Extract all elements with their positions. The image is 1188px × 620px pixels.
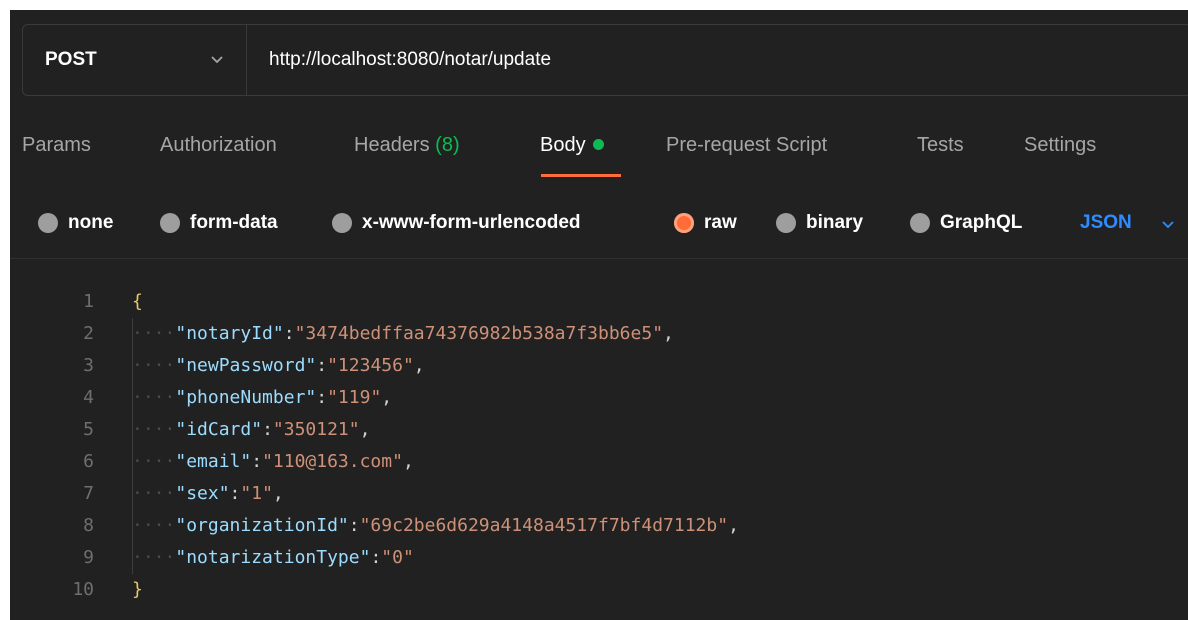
radio-graphql-label: GraphQL: [940, 212, 1023, 233]
code-text: ····"idCard":"350121",: [132, 419, 371, 440]
code-editor[interactable]: 1 { 2 ····"notaryId":"3474bedffaa7437698…: [10, 272, 1188, 620]
radio-icon: [38, 213, 58, 233]
json-key: "organizationId": [175, 515, 349, 536]
code-line: 5 ····"idCard":"350121",: [10, 414, 1188, 446]
line-number: 8: [83, 515, 94, 536]
line-number: 1: [83, 291, 94, 312]
json-key: "sex": [175, 483, 230, 504]
line-number: 3: [83, 355, 94, 376]
radio-x-www-form-urlencoded-label: x-www-form-urlencoded: [362, 212, 581, 233]
url-input[interactable]: http://localhost:8080/notar/update: [269, 49, 551, 71]
radio-checked-icon: [674, 213, 694, 233]
postman-request-panel: POST http://localhost:8080/notar/update …: [10, 10, 1188, 620]
body-type-options: none form-data x-www-form-urlencoded raw…: [10, 190, 1188, 250]
json-key: "email": [175, 451, 252, 472]
code-text: ····"phoneNumber":"119",: [132, 387, 393, 408]
json-key: "idCard": [175, 419, 263, 440]
method-label: POST: [45, 49, 97, 70]
json-value: "110@163.com": [262, 451, 403, 472]
tab-body[interactable]: Body: [540, 134, 604, 157]
json-value: "350121": [272, 419, 360, 440]
code-line: 1 {: [10, 286, 1188, 318]
tab-params[interactable]: Params: [22, 134, 91, 157]
active-tab-indicator: [541, 174, 621, 177]
json-value: "0": [381, 547, 414, 568]
chevron-down-icon[interactable]: [1158, 214, 1178, 234]
code-text: ····"email":"110@163.com",: [132, 451, 414, 472]
line-number: 10: [72, 579, 94, 600]
radio-icon: [776, 213, 796, 233]
format-select[interactable]: JSON: [1080, 212, 1132, 234]
tab-tests[interactable]: Tests: [917, 134, 964, 157]
line-number: 5: [83, 419, 94, 440]
radio-binary-label: binary: [806, 212, 864, 233]
open-brace: {: [132, 291, 143, 312]
radio-none-label: none: [68, 212, 114, 233]
json-key: "phoneNumber": [175, 387, 317, 408]
code-text: ····"organizationId":"69c2be6d629a4148a4…: [132, 515, 739, 536]
tab-body-label: Body: [540, 134, 586, 156]
tab-settings[interactable]: Settings: [1024, 134, 1096, 157]
request-tabs: Params Authorization Headers (8) Body Pr…: [10, 110, 1188, 190]
code-text: ····"sex":"1",: [132, 483, 284, 504]
close-brace: }: [132, 579, 143, 600]
request-bar: POST http://localhost:8080/notar/update: [22, 24, 1188, 96]
line-number: 7: [83, 483, 94, 504]
code-line: 9 ····"notarizationType":"0": [10, 542, 1188, 574]
json-key: "newPassword": [175, 355, 317, 376]
tab-headers-label: Headers: [354, 134, 430, 156]
code-line: 7 ····"sex":"1",: [10, 478, 1188, 510]
json-key: "notarizationType": [175, 547, 371, 568]
radio-form-data-label: form-data: [190, 212, 278, 233]
code-line: 2 ····"notaryId":"3474bedffaa74376982b53…: [10, 318, 1188, 350]
line-number: 6: [83, 451, 94, 472]
tab-authorization[interactable]: Authorization: [160, 134, 277, 157]
line-number: 9: [83, 547, 94, 568]
code-line: 10 }: [10, 574, 1188, 606]
json-value: "123456": [327, 355, 414, 376]
radio-raw-label: raw: [704, 212, 737, 233]
json-value: "3474bedffaa74376982b538a7f3bb6e5": [294, 323, 664, 344]
json-value: "69c2be6d629a4148a4517f7bf4d7112b": [359, 515, 729, 536]
radio-icon: [332, 213, 352, 233]
json-value: "119": [327, 387, 382, 408]
headers-count: (8): [435, 134, 460, 156]
radio-icon: [160, 213, 180, 233]
chevron-down-icon: [211, 56, 223, 64]
divider: [10, 258, 1188, 259]
line-number: 2: [83, 323, 94, 344]
json-key: "notaryId": [175, 323, 284, 344]
code-text: ····"notarizationType":"0": [132, 547, 414, 568]
radio-icon: [910, 213, 930, 233]
code-line: 8 ····"organizationId":"69c2be6d629a4148…: [10, 510, 1188, 542]
code-text: ····"notaryId":"3474bedffaa74376982b538a…: [132, 323, 674, 344]
code-text: ····"newPassword":"123456",: [132, 355, 425, 376]
status-dot-icon: [592, 139, 604, 150]
method-select[interactable]: POST: [23, 25, 247, 95]
code-line: 6 ····"email":"110@163.com",: [10, 446, 1188, 478]
code-line: 4 ····"phoneNumber":"119",: [10, 382, 1188, 414]
tab-pre-request-script[interactable]: Pre-request Script: [666, 134, 827, 157]
line-number: 4: [83, 387, 94, 408]
json-value: "1": [240, 483, 273, 504]
tab-headers[interactable]: Headers (8): [354, 134, 460, 157]
code-line: 3 ····"newPassword":"123456",: [10, 350, 1188, 382]
